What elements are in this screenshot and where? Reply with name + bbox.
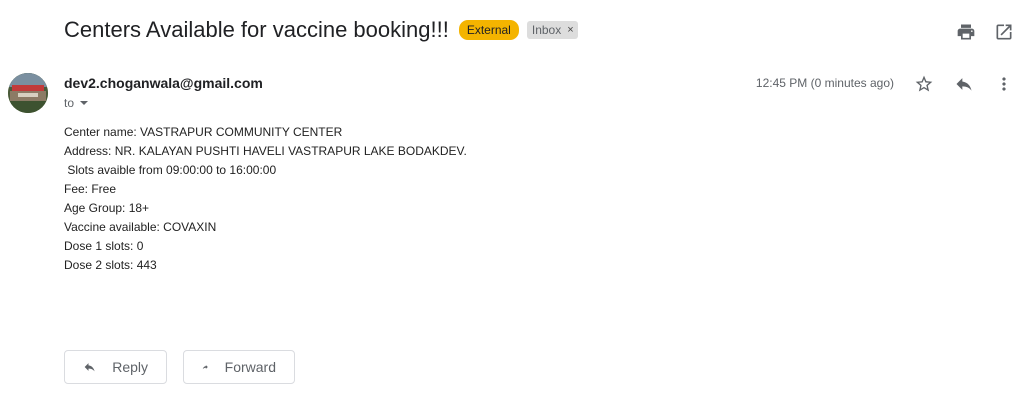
forward-button-label: Forward	[224, 359, 276, 375]
email-subject: Centers Available for vaccine booking!!!	[64, 17, 449, 42]
inbox-label-text: Inbox	[531, 23, 562, 37]
chevron-down-icon[interactable]	[80, 101, 89, 105]
reply-button[interactable]: Reply	[64, 350, 167, 384]
body-line: Center name: VASTRAPUR COMMUNITY CENTER	[64, 125, 343, 139]
forward-icon	[202, 365, 208, 370]
top-toolbar	[956, 22, 1014, 42]
reply-icon	[84, 363, 95, 372]
forward-button[interactable]: Forward	[183, 350, 295, 384]
reply-icon[interactable]	[954, 74, 974, 94]
external-label: External	[458, 20, 519, 40]
subject-row: Centers Available for vaccine booking!!!…	[64, 17, 578, 43]
inbox-label[interactable]: Inbox ×	[526, 21, 578, 39]
body-line: Address: NR. KALAYAN PUSHTI HAVELI VASTR…	[64, 144, 467, 158]
sender-email[interactable]: dev2.choganwala@gmail.com	[64, 75, 263, 91]
more-vert-icon[interactable]	[994, 74, 1014, 94]
to-label: to	[64, 96, 75, 110]
reply-button-label: Reply	[112, 359, 148, 375]
body-line: Dose 1 slots: 0	[64, 239, 144, 253]
open-in-new-window-icon[interactable]	[994, 22, 1014, 42]
body-line: Vaccine available: COVAXIN	[64, 220, 217, 234]
body-line: Slots avaible from 09:00:00 to 16:00:00	[64, 163, 277, 177]
sender-avatar[interactable]	[8, 73, 48, 113]
message-time: 12:45 PM (0 minutes ago)	[755, 76, 894, 90]
recipients-row[interactable]: to	[64, 96, 89, 110]
message-actions	[914, 74, 1014, 94]
email-view: Centers Available for vaccine booking!!!…	[0, 0, 1030, 401]
body-line: Dose 2 slots: 443	[64, 258, 157, 272]
body-line: Age Group: 18+	[64, 201, 150, 215]
remove-label-icon[interactable]: ×	[567, 23, 573, 37]
body-line: Fee: Free	[64, 182, 117, 196]
star-icon[interactable]	[914, 74, 934, 94]
print-icon[interactable]	[956, 22, 976, 42]
message-body: Center name: VASTRAPUR COMMUNITY CENTER …	[64, 123, 467, 275]
reply-forward-actions: Reply Forward	[64, 350, 295, 384]
